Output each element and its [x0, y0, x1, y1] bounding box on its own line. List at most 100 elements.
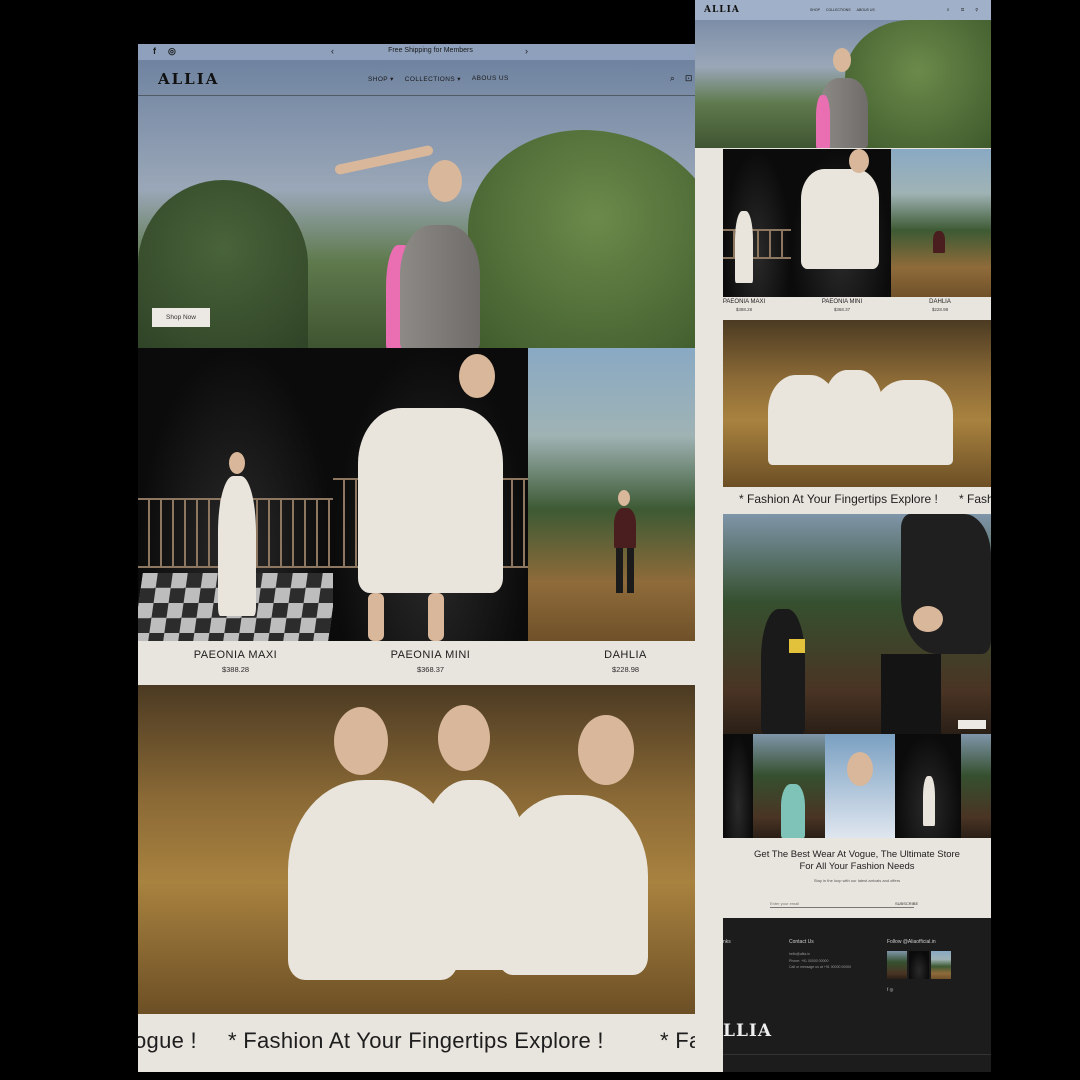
- email-field[interactable]: Enter your email: [770, 901, 914, 908]
- side-editorial-button[interactable]: [958, 720, 986, 729]
- product-name[interactable]: DAHLIA: [528, 649, 723, 661]
- side-collection-banner: [723, 320, 991, 487]
- model-leg: [368, 593, 384, 641]
- product-price: $388.28: [221, 665, 250, 674]
- newsletter-subtitle: Stay in the loop with our latest arrival…: [813, 878, 901, 883]
- product-name[interactable]: PAEONIA MINI: [793, 299, 891, 305]
- model-head: [438, 705, 490, 771]
- product-name[interactable]: PAEONIA MINI: [333, 649, 528, 661]
- side-product-card-maxi[interactable]: PAEONIA MAXI $388.28: [695, 299, 793, 312]
- shop-now-button[interactable]: Shop Now: [152, 308, 210, 327]
- footer: nks Contact Us hello@allia.in Phone: +91…: [723, 918, 991, 1072]
- secondary-page-preview: ALLIA SHOP COLLECTIONS ABOUS US ⌕ ⊡ ⚲ PA…: [695, 0, 991, 1072]
- model-dress: [735, 211, 753, 283]
- product-name[interactable]: PAEONIA MAXI: [138, 649, 333, 661]
- instagram-thumb[interactable]: [931, 951, 951, 979]
- model-dress: [923, 776, 935, 826]
- model-leg: [428, 593, 444, 641]
- side-menu-collections[interactable]: COLLECTIONS: [826, 8, 851, 12]
- footer-links-heading: nks: [723, 939, 731, 945]
- contact-line[interactable]: hello@allia.in: [789, 952, 810, 956]
- model-head: [833, 48, 851, 72]
- main-menu: SHOP ▾ COLLECTIONS ▾ ABOUS US: [368, 75, 509, 83]
- product-image-paeonia-mini[interactable]: [333, 348, 528, 641]
- product-name[interactable]: DAHLIA: [891, 299, 989, 305]
- scrolling-marquee: ogue ! * Fashion At Your Fingertips Expl…: [138, 1014, 723, 1068]
- marquee-text: * Fashion At Your Fingertips Explore !: [739, 492, 938, 506]
- side-product-image-dahlia[interactable]: [891, 149, 991, 297]
- side-menu-about[interactable]: ABOUS US: [857, 8, 875, 12]
- instagram-thumb[interactable]: [909, 951, 929, 979]
- contact-line: Phone: +91 00000 00000: [789, 959, 829, 963]
- side-header-icons[interactable]: ⌕ ⊡ ⚲: [947, 7, 983, 13]
- product-price: $388.28: [735, 307, 753, 312]
- footer-bottom-bar: [723, 1054, 991, 1072]
- main-page: f ◎ ‹ Free Shipping for Members › ALLIA …: [138, 44, 723, 1072]
- model-head: [459, 354, 495, 398]
- side-product-image-maxi[interactable]: [723, 149, 791, 297]
- newsletter-section: Get The Best Wear At Vogue, The Ultimate…: [723, 838, 991, 918]
- marquee-text: * Fashion At Your Fingertips Explore !: [228, 1028, 604, 1053]
- side-menu-shop[interactable]: SHOP: [810, 8, 820, 12]
- model-head: [847, 752, 873, 786]
- model-hand: [913, 606, 943, 632]
- product-image-paeonia-maxi[interactable]: [138, 348, 333, 641]
- cart-icon[interactable]: ⊡: [685, 73, 693, 84]
- side-thumb-2[interactable]: [753, 734, 825, 838]
- menu-item-about[interactable]: ABOUS US: [472, 75, 509, 83]
- model-dahlia-dress: [614, 508, 636, 548]
- model-head: [618, 490, 630, 506]
- side-editorial-image-left: [723, 514, 841, 734]
- announcement-bar: f ◎ ‹ Free Shipping for Members ›: [138, 44, 723, 60]
- model-white-dress: [498, 795, 648, 975]
- instagram-thumb[interactable]: [887, 951, 907, 979]
- side-brand-logo[interactable]: ALLIA: [704, 5, 740, 15]
- side-thumb-1[interactable]: [723, 734, 753, 838]
- announcement-text: Free Shipping for Members: [388, 47, 473, 54]
- model-boots: [616, 548, 634, 593]
- product-card-paeonia-maxi[interactable]: PAEONIA MAXI $388.28: [138, 641, 333, 685]
- model-mini-dress: [358, 408, 503, 593]
- product-card-dahlia[interactable]: DAHLIA $228.98: [528, 641, 723, 685]
- product-image-dahlia[interactable]: [528, 348, 723, 641]
- newsletter-title: Get The Best Wear At Vogue, The Ultimate…: [754, 849, 960, 872]
- model-floral-dress: [781, 784, 805, 838]
- model-white-dress: [873, 380, 953, 465]
- model-head: [334, 707, 388, 775]
- model-black-blazer: [901, 514, 991, 654]
- model-dress: [801, 169, 879, 269]
- side-hero-image: [695, 0, 991, 148]
- side-product-card-dahlia[interactable]: DAHLIA $228.98: [891, 299, 989, 312]
- side-product-image-mini[interactable]: [791, 149, 891, 297]
- menu-item-collections[interactable]: COLLECTIONS ▾: [405, 75, 461, 83]
- side-editorial-image-right: [841, 514, 991, 734]
- product-name[interactable]: PAEONIA MAXI: [695, 299, 793, 305]
- product-price: $368.37: [416, 665, 445, 674]
- header-nav: ALLIA SHOP ▾ COLLECTIONS ▾ ABOUS US ⌕ ⊡ …: [138, 60, 723, 96]
- footer-logo[interactable]: LLIA: [723, 1021, 772, 1041]
- side-thumb-4[interactable]: [895, 734, 961, 838]
- announcement-next-arrow[interactable]: ›: [525, 46, 528, 56]
- model-dress: [933, 231, 945, 253]
- subscribe-button[interactable]: SUBSCRIBE: [895, 901, 918, 906]
- footer-social-icons[interactable]: f ◎: [887, 987, 893, 993]
- hero-image: [138, 60, 723, 348]
- side-thumb-3[interactable]: [825, 734, 895, 838]
- product-price: $368.37: [833, 307, 851, 312]
- menu-item-shop[interactable]: SHOP ▾: [368, 75, 394, 83]
- side-header-nav: ALLIA SHOP COLLECTIONS ABOUS US ⌕ ⊡ ⚲: [695, 0, 991, 20]
- side-menu: SHOP COLLECTIONS ABOUS US: [810, 8, 875, 12]
- product-card-paeonia-mini[interactable]: PAEONIA MINI $368.37: [333, 641, 528, 685]
- footer-follow-heading: Follow @Aliaofficial.in: [887, 939, 936, 945]
- model-head: [229, 452, 245, 474]
- terrace-railing: [723, 229, 791, 259]
- model-black-blazer: [761, 609, 805, 734]
- model-head: [578, 715, 634, 785]
- side-thumb-5[interactable]: [961, 734, 991, 838]
- side-product-card-mini[interactable]: PAEONIA MINI $368.37: [793, 299, 891, 312]
- brand-logo[interactable]: ALLIA: [158, 70, 219, 88]
- footer-contact-heading: Contact Us: [789, 939, 814, 945]
- model-head: [428, 160, 462, 202]
- search-icon[interactable]: ⌕: [670, 73, 675, 84]
- marquee-text: ogue !: [138, 1028, 197, 1053]
